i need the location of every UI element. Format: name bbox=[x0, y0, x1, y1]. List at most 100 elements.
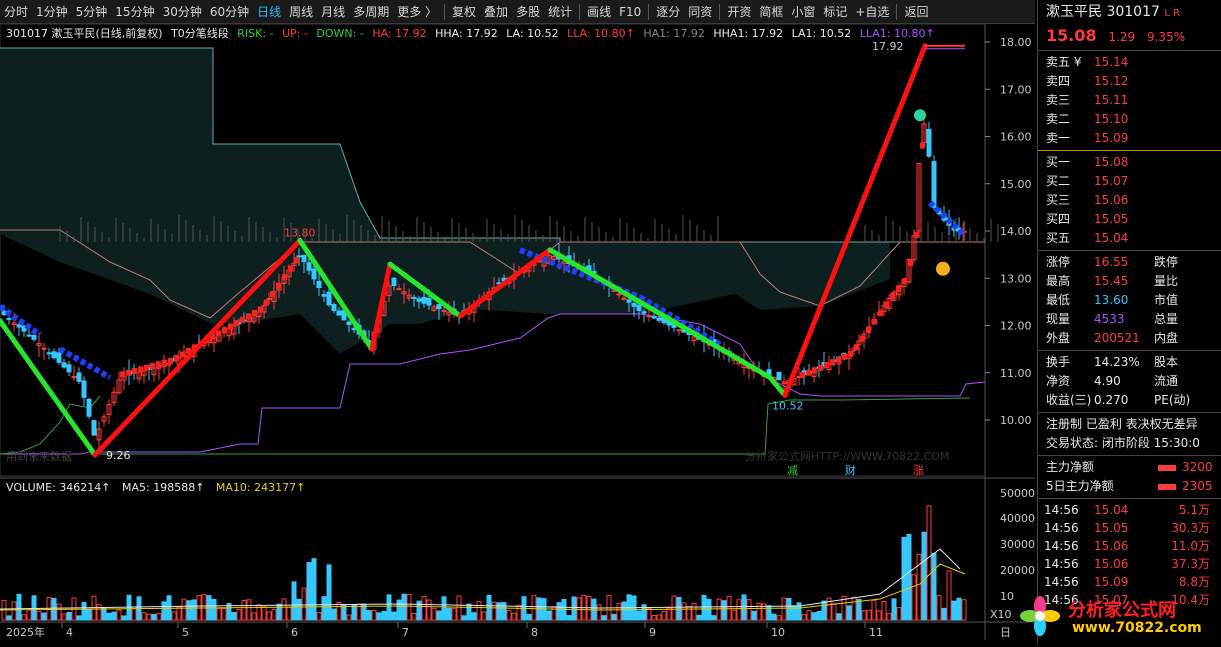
ask-row[interactable]: 卖五 ¥ 15.14 bbox=[1038, 53, 1221, 72]
ask-row[interactable]: 卖三 15.11 bbox=[1038, 91, 1221, 110]
volume-bar bbox=[376, 612, 382, 621]
volume-value[interactable]: VOLUME: 346214↑ bbox=[6, 481, 110, 494]
toolbar-item[interactable]: 60分钟 bbox=[206, 1, 253, 23]
tick-qty: 5.1万 bbox=[1178, 503, 1210, 517]
tick-qty: 11.0万 bbox=[1171, 539, 1210, 553]
toolbar-item[interactable]: +自选 bbox=[851, 1, 893, 23]
up-value: UP: - bbox=[282, 27, 308, 40]
toolbar-item[interactable]: 逐分 bbox=[652, 1, 684, 23]
toolbar-item[interactable]: 15分钟 bbox=[111, 1, 158, 23]
tick-row: 14:56 15.05 30.3万 bbox=[1038, 519, 1221, 537]
divider bbox=[1038, 250, 1221, 251]
toolbar-item[interactable]: 复权 bbox=[448, 1, 480, 23]
ask-row[interactable]: 卖一 15.09 bbox=[1038, 129, 1221, 148]
volume-bar bbox=[741, 594, 747, 621]
toolbar-item[interactable]: 简框 bbox=[755, 1, 787, 23]
status-row: 交易状态: 闭市阶段 15:30:0 bbox=[1038, 434, 1221, 453]
ask-price: 15.10 bbox=[1094, 112, 1129, 126]
candle-body bbox=[626, 299, 632, 303]
date-tick-label: 2025年 bbox=[6, 625, 45, 639]
volume-bar bbox=[871, 599, 877, 621]
candle-body bbox=[656, 317, 662, 321]
channel-fill bbox=[0, 48, 985, 354]
toolbar-item[interactable]: 多股 bbox=[512, 1, 544, 23]
stock-flags: L R bbox=[1164, 8, 1181, 19]
toolbar-item[interactable]: 标记 bbox=[819, 1, 851, 23]
red-step bbox=[914, 231, 919, 238]
low-left-label: 9.26 bbox=[106, 449, 131, 462]
candle-body bbox=[66, 364, 72, 373]
stat-label: 最高 bbox=[1046, 274, 1071, 288]
volume-bar bbox=[601, 615, 607, 621]
volume-bar bbox=[466, 603, 472, 621]
toolbar-item[interactable]: 周线 bbox=[285, 1, 317, 23]
bid-row[interactable]: 买三 15.06 bbox=[1038, 191, 1221, 210]
stat2-label2: PE(动) bbox=[1154, 393, 1191, 407]
kline-chart-area[interactable]: 18.00 17.00 16.00 15.00 14.00 13.00 12.00 11.00… bbox=[0, 24, 1035, 640]
volume-bar bbox=[506, 609, 512, 621]
candle-body bbox=[416, 298, 422, 302]
volume-bar bbox=[851, 596, 857, 621]
volume-bar bbox=[291, 581, 297, 621]
toolbar-item[interactable]: 叠加 bbox=[480, 1, 512, 23]
toolbar-item[interactable]: 月线 bbox=[317, 1, 349, 23]
date-tick-label: 8 bbox=[531, 626, 538, 639]
toolbar-item[interactable]: 同资 bbox=[684, 1, 716, 23]
bid-row[interactable]: 买四 15.05 bbox=[1038, 210, 1221, 229]
volume-bar bbox=[781, 597, 787, 621]
tick-price: 15.06 bbox=[1094, 539, 1129, 553]
volume-bar bbox=[911, 574, 917, 621]
toolbar-item[interactable]: 更多 〉 bbox=[393, 1, 441, 23]
volume-bar bbox=[251, 612, 257, 621]
tag-row: 注册制 已盈利 表决权无差异 bbox=[1038, 415, 1221, 434]
candle-body bbox=[86, 398, 92, 417]
indicator-name[interactable]: T0分笔线段 bbox=[171, 27, 229, 40]
toolbar-item[interactable]: 开资 bbox=[723, 1, 755, 23]
volume-bar bbox=[756, 602, 762, 621]
toolbar-item[interactable]: 1分钟 bbox=[32, 1, 72, 23]
stat2-label2: 流通 bbox=[1154, 374, 1179, 388]
toolbar-item[interactable]: 返回 bbox=[900, 1, 932, 23]
toolbar-separator bbox=[648, 3, 650, 20]
toolbar-item[interactable]: 5分钟 bbox=[72, 1, 112, 23]
stat2-label: 换手 bbox=[1046, 355, 1071, 369]
volume-bar bbox=[611, 613, 617, 621]
toolbar-item[interactable]: 小窗 bbox=[787, 1, 819, 23]
toolbar-item[interactable]: 日线 bbox=[253, 1, 285, 23]
toolbar-item[interactable]: 30分钟 bbox=[159, 1, 206, 23]
stock-title[interactable]: 301017 漱玉平民(日线,前复权) bbox=[6, 27, 163, 40]
ask-row[interactable]: 卖四 15.12 bbox=[1038, 72, 1221, 91]
volume-bar bbox=[821, 600, 827, 621]
volume-bar bbox=[691, 602, 697, 621]
toolbar-item[interactable]: 多周期 bbox=[349, 1, 393, 23]
quote-panel: 漱玉平民 301017 L R 15.08 1.29 9.35% 卖五 ¥ 15.… bbox=[1037, 0, 1221, 644]
volume-bar bbox=[176, 606, 182, 621]
stock-code: 301017 bbox=[1106, 4, 1160, 20]
bid-row[interactable]: 买五 15.04 bbox=[1038, 229, 1221, 248]
zigzag-segment bbox=[782, 43, 928, 398]
volume-bar bbox=[696, 614, 702, 621]
volume-bar bbox=[546, 610, 552, 621]
logo-url: www.70822.com bbox=[1072, 620, 1202, 636]
toolbar-item[interactable]: 画线 bbox=[583, 1, 615, 23]
volume-bar bbox=[706, 598, 712, 621]
volume-bar bbox=[571, 596, 577, 621]
volume-bar bbox=[786, 597, 792, 621]
bid-row[interactable]: 买二 15.07 bbox=[1038, 172, 1221, 191]
volume-bar bbox=[346, 614, 352, 621]
bid-row[interactable]: 买一 15.08 bbox=[1038, 153, 1221, 172]
marker-cai-label: 财 bbox=[845, 463, 856, 477]
toolbar-item[interactable]: F10 bbox=[615, 1, 645, 23]
chart-svg[interactable]: 18.00 17.00 16.00 15.00 14.00 13.00 12.00 11.00… bbox=[0, 24, 1035, 640]
toolbar-item[interactable]: 统计 bbox=[544, 1, 576, 23]
candle-body bbox=[331, 304, 337, 311]
volume-bar bbox=[446, 607, 452, 621]
ask-row[interactable]: 卖二 15.10 bbox=[1038, 110, 1221, 129]
stat-label2: 内盘 bbox=[1154, 331, 1179, 345]
volume-bar bbox=[831, 603, 837, 621]
stat-label2: 总量 bbox=[1154, 312, 1179, 326]
volume-bar bbox=[76, 615, 82, 621]
volume-bar bbox=[636, 610, 642, 621]
toolbar-item[interactable]: 分时 bbox=[0, 1, 32, 23]
red-step bbox=[162, 359, 167, 366]
